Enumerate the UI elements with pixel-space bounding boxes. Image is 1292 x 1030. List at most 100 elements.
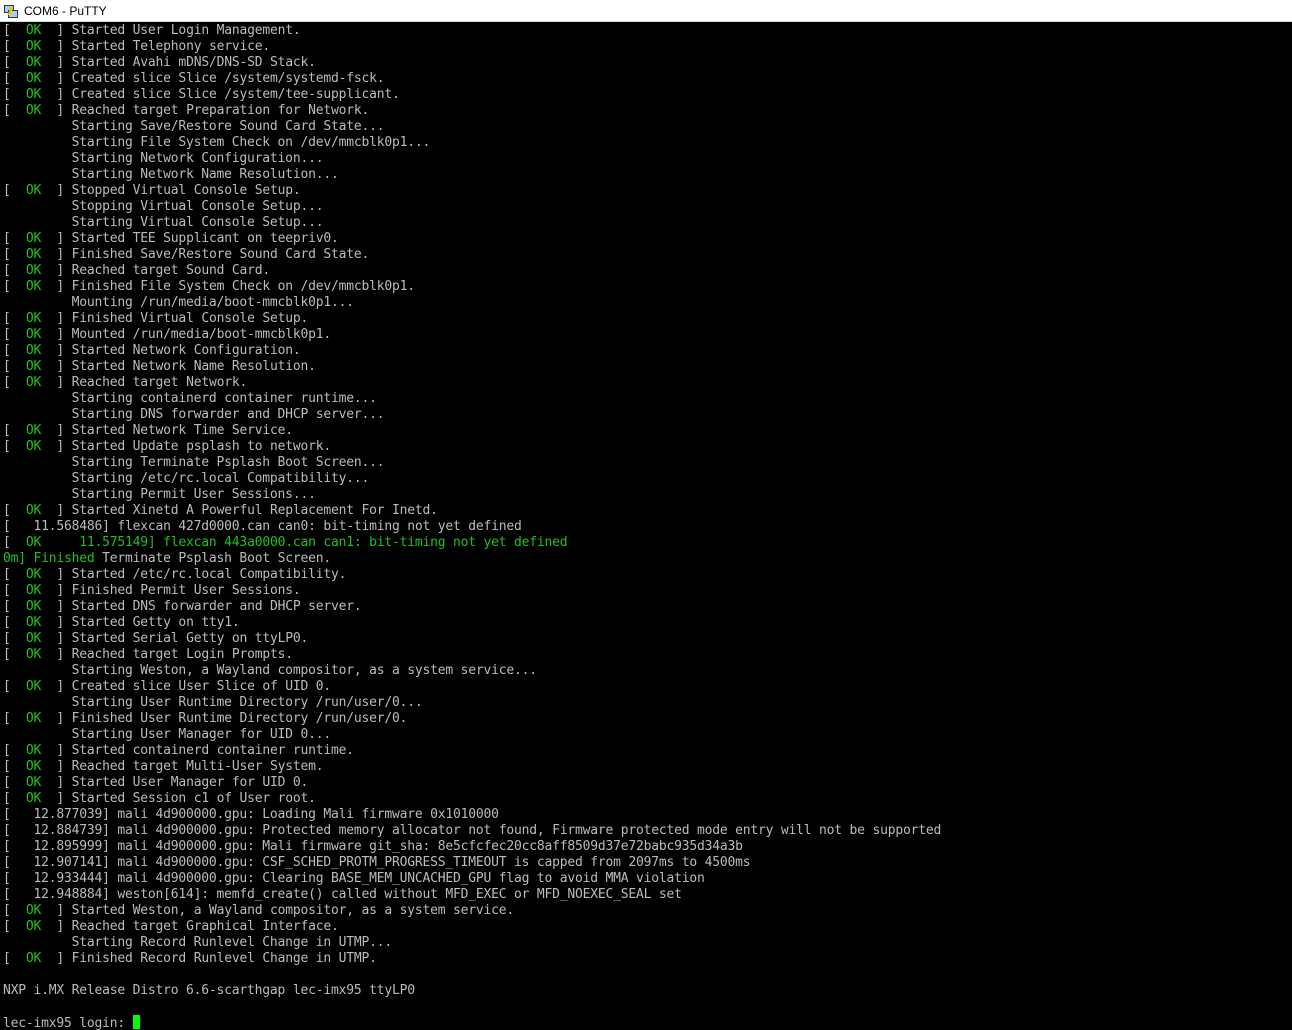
status-ok-text: OK <box>25 231 42 246</box>
terminal-line: NXP i.MX Release Distro 6.6-scarthgap le… <box>3 983 1289 999</box>
log-text: [ 12.884739] mali 4d900000.gpu: Protecte… <box>3 823 942 838</box>
terminal-line: [ OK ] Started DNS forwarder and DHCP se… <box>3 599 1289 615</box>
log-text: ] Started Network Name Resolution. <box>41 359 316 374</box>
log-text: ] Finished Record Runlevel Change in UTM… <box>41 951 377 966</box>
window-title: COM6 - PuTTY <box>24 3 107 18</box>
log-text: Starting Network Name Resolution... <box>3 167 339 182</box>
log-text: ] Reached target Login Prompts. <box>41 647 293 662</box>
terminal-line: Starting /etc/rc.local Compatibility... <box>3 471 1289 487</box>
log-text: ] Reached target Sound Card. <box>41 263 270 278</box>
terminal-line: Starting Virtual Console Setup... <box>3 215 1289 231</box>
terminal-line: [ OK ] Started Network Name Resolution. <box>3 359 1289 375</box>
terminal-line: [ OK ] Started Network Configuration. <box>3 343 1289 359</box>
log-text: [ <box>3 567 26 582</box>
log-text: [ 12.907141] mali 4d900000.gpu: CSF_SCHE… <box>3 855 751 870</box>
log-text: ] Reached target Network. <box>41 375 248 390</box>
log-text: ] Finished Virtual Console Setup. <box>41 311 309 326</box>
log-text: ] Started User Manager for UID 0. <box>41 775 309 790</box>
log-text: Terminate Psplash Boot Screen. <box>102 551 331 566</box>
log-text: ] Created slice Slice /system/tee-suppli… <box>41 87 400 102</box>
status-ok-text: 0m] Finished <box>3 551 103 566</box>
log-text: Starting User Runtime Directory /run/use… <box>3 695 423 710</box>
terminal-line: [ OK ] Finished File System Check on /de… <box>3 279 1289 295</box>
log-text: [ <box>3 647 26 662</box>
terminal-line: Starting Record Runlevel Change in UTMP.… <box>3 935 1289 951</box>
terminal-lines: [ OK ] Started User Login Management.[ O… <box>3 23 1289 1015</box>
terminal-output[interactable]: [ OK ] Started User Login Management.[ O… <box>3 23 1289 1030</box>
log-text: [ <box>3 183 26 198</box>
log-text: ] Started Serial Getty on ttyLP0. <box>41 631 309 646</box>
terminal-line: Starting Network Name Resolution... <box>3 167 1289 183</box>
log-text: Starting Weston, a Wayland compositor, a… <box>3 663 537 678</box>
terminal-line: [ OK ] Reached target Graphical Interfac… <box>3 919 1289 935</box>
terminal-line: Stopping Virtual Console Setup... <box>3 199 1289 215</box>
terminal-line: [ 12.895999] mali 4d900000.gpu: Mali fir… <box>3 839 1289 855</box>
log-text: ] Reached target Multi-User System. <box>41 759 324 774</box>
terminal-line: Starting containerd container runtime... <box>3 391 1289 407</box>
log-text: Starting DNS forwarder and DHCP server..… <box>3 407 385 422</box>
terminal-line: [ OK ] Finished Record Runlevel Change i… <box>3 951 1289 967</box>
log-text: ] Finished Save/Restore Sound Card State… <box>41 247 370 262</box>
log-text: [ <box>3 71 26 86</box>
log-text: [ <box>3 791 26 806</box>
log-text: ] Started Network Time Service. <box>41 423 293 438</box>
terminal-line: [ OK ] Started Serial Getty on ttyLP0. <box>3 631 1289 647</box>
status-ok-text: OK <box>25 919 42 934</box>
log-text: ] Mounted /run/media/boot-mmcblk0p1. <box>41 327 331 342</box>
log-text: [ <box>3 759 26 774</box>
log-text: [ <box>3 23 26 38</box>
log-text: [ <box>3 743 26 758</box>
status-ok-text: OK <box>25 951 42 966</box>
status-ok-text: OK <box>25 39 42 54</box>
log-text: [ <box>3 631 26 646</box>
terminal-line: [ 12.884739] mali 4d900000.gpu: Protecte… <box>3 823 1289 839</box>
terminal-line: [ OK ] Started Update psplash to network… <box>3 439 1289 455</box>
terminal-line: Starting User Runtime Directory /run/use… <box>3 695 1289 711</box>
log-text: [ <box>3 55 26 70</box>
status-ok-text: OK <box>25 583 42 598</box>
terminal-line: [ OK ] Finished Permit User Sessions. <box>3 583 1289 599</box>
log-text: [ <box>3 359 26 374</box>
terminal-line: [ OK ] Started containerd container runt… <box>3 743 1289 759</box>
status-ok-text: OK <box>25 183 42 198</box>
log-text: [ <box>3 87 26 102</box>
title-bar[interactable]: COM6 - PuTTY <box>0 0 1292 22</box>
status-ok-text: OK <box>25 631 42 646</box>
status-ok-text: OK <box>25 71 42 86</box>
status-ok-text: OK <box>25 679 42 694</box>
terminal-line: [ OK ] Created slice Slice /system/tee-s… <box>3 87 1289 103</box>
log-text: [ <box>3 247 26 262</box>
status-ok-text: OK <box>25 55 42 70</box>
log-text: Starting Virtual Console Setup... <box>3 215 324 230</box>
log-text: ] Started containerd container runtime. <box>41 743 354 758</box>
terminal-line: [ OK ] Finished Virtual Console Setup. <box>3 311 1289 327</box>
terminal-line: Starting File System Check on /dev/mmcbl… <box>3 135 1289 151</box>
terminal-line: [ 11.568486] flexcan 427d0000.can can0: … <box>3 519 1289 535</box>
log-text: Mounting /run/media/boot-mmcblk0p1... <box>3 295 354 310</box>
login-prompt: lec-imx95 login: <box>3 1016 133 1030</box>
log-text: [ <box>3 423 26 438</box>
log-text: [ 11.568486] flexcan 427d0000.can can0: … <box>3 519 522 534</box>
text-cursor <box>132 1015 140 1029</box>
log-text: ] Started Session c1 of User root. <box>41 791 316 806</box>
log-text: [ 12.877039] mali 4d900000.gpu: Loading … <box>3 807 499 822</box>
status-ok-text: OK <box>25 87 42 102</box>
status-ok-text: OK <box>25 23 42 38</box>
terminal-line: Starting Weston, a Wayland compositor, a… <box>3 663 1289 679</box>
log-text: [ <box>3 231 26 246</box>
log-text: ] Created slice User Slice of UID 0. <box>41 679 331 694</box>
login-prompt-line[interactable]: lec-imx95 login: <box>3 1015 1289 1030</box>
log-text: ] Started /etc/rc.local Compatibility. <box>41 567 347 582</box>
log-text: [ <box>3 439 26 454</box>
terminal-line: Mounting /run/media/boot-mmcblk0p1... <box>3 295 1289 311</box>
terminal-line: Starting DNS forwarder and DHCP server..… <box>3 407 1289 423</box>
log-text: [ <box>3 279 26 294</box>
status-ok-text: OK <box>25 263 42 278</box>
status-ok-text: OK <box>25 247 42 262</box>
terminal-line: [ OK ] Finished Save/Restore Sound Card … <box>3 247 1289 263</box>
putty-app-icon[interactable] <box>4 4 18 18</box>
terminal-line: [ OK ] Started Session c1 of User root. <box>3 791 1289 807</box>
status-ok-text: OK <box>25 775 42 790</box>
log-text: Starting File System Check on /dev/mmcbl… <box>3 135 431 150</box>
terminal-line: [ OK ] Started Getty on tty1. <box>3 615 1289 631</box>
